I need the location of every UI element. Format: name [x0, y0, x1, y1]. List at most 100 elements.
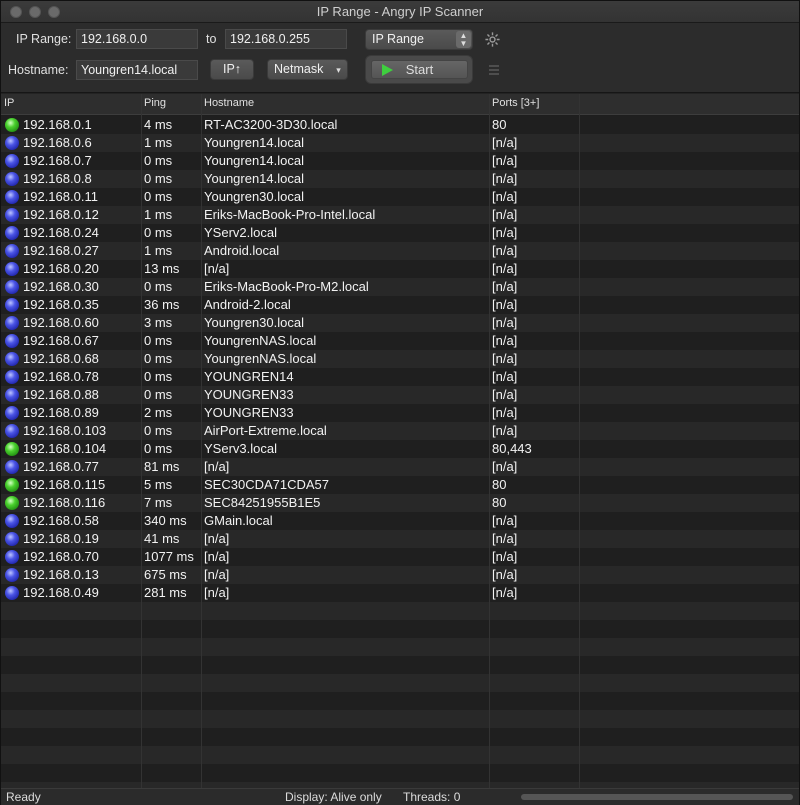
table-row[interactable]: 192.168.0.24 0 ms YServ2.local [n/a]: [1, 224, 799, 242]
column-divider: [141, 94, 142, 788]
table-row[interactable]: 192.168.0.8 0 ms Youngren14.local [n/a]: [1, 170, 799, 188]
feeder-select[interactable]: IP Range ▲ ▼: [365, 29, 473, 50]
cell-ip: 192.168.0.20: [23, 261, 99, 276]
cell-ip: 192.168.0.6: [23, 135, 92, 150]
column-header-ping[interactable]: Ping: [144, 97, 166, 109]
empty-row: [1, 602, 799, 620]
empty-row: [1, 710, 799, 728]
cell-ports: 80,443: [492, 441, 532, 456]
table-row[interactable]: 192.168.0.89 2 ms YOUNGREN33 [n/a]: [1, 404, 799, 422]
table-row[interactable]: 192.168.0.67 0 ms YoungrenNAS.local [n/a]: [1, 332, 799, 350]
cell-ping: 5 ms: [144, 477, 173, 492]
list-icon[interactable]: [488, 64, 500, 76]
hostname-input[interactable]: Youngren14.local: [76, 60, 198, 80]
table-row[interactable]: 192.168.0.27 1 ms Android.local [n/a]: [1, 242, 799, 260]
cell-ip: 192.168.0.30: [23, 279, 99, 294]
table-row[interactable]: 192.168.0.6 1 ms Youngren14.local [n/a]: [1, 134, 799, 152]
cell-ip: 192.168.0.35: [23, 297, 99, 312]
ip-end-input[interactable]: 192.168.0.255: [225, 29, 347, 49]
table-row[interactable]: 192.168.0.58 340 ms GMain.local [n/a]: [1, 512, 799, 530]
cell-ports: [n/a]: [492, 153, 518, 168]
host-alive-icon: [5, 298, 19, 312]
cell-ports: 80: [492, 117, 507, 132]
cell-ip: 192.168.0.103: [23, 423, 107, 438]
table-row[interactable]: 192.168.0.20 13 ms [n/a] [n/a]: [1, 260, 799, 278]
scan-progress-bar: [521, 794, 793, 800]
cell-ports: [n/a]: [492, 369, 518, 384]
host-alive-icon: [5, 172, 19, 186]
cell-hostname: YOUNGREN33: [204, 405, 294, 420]
cell-ping: 0 ms: [144, 171, 173, 186]
cell-ports: [n/a]: [492, 459, 518, 474]
cell-ping: 81 ms: [144, 459, 180, 474]
cell-ip: 192.168.0.1: [23, 117, 92, 132]
table-row[interactable]: 192.168.0.35 36 ms Android-2.local [n/a]: [1, 296, 799, 314]
host-alive-icon: [5, 460, 19, 474]
table-row[interactable]: 192.168.0.70 1077 ms [n/a] [n/a]: [1, 548, 799, 566]
table-row[interactable]: 192.168.0.11 0 ms Youngren30.local [n/a]: [1, 188, 799, 206]
table-row[interactable]: 192.168.0.116 7 ms SEC84251955B1E5 80: [1, 494, 799, 512]
table-row[interactable]: 192.168.0.88 0 ms YOUNGREN33 [n/a]: [1, 386, 799, 404]
ip-up-button[interactable]: IP↑: [210, 59, 254, 80]
cell-ports: 80: [492, 477, 507, 492]
ip-start-input[interactable]: 192.168.0.0: [76, 29, 198, 49]
cell-ip: 192.168.0.24: [23, 225, 99, 240]
table-row[interactable]: 192.168.0.13 675 ms [n/a] [n/a]: [1, 566, 799, 584]
table-row[interactable]: 192.168.0.104 0 ms YServ3.local 80,443: [1, 440, 799, 458]
table-row[interactable]: 192.168.0.77 81 ms [n/a] [n/a]: [1, 458, 799, 476]
table-row[interactable]: 192.168.0.115 5 ms SEC30CDA71CDA57 80: [1, 476, 799, 494]
cell-ping: 0 ms: [144, 441, 173, 456]
netmask-select[interactable]: Netmask ▾: [267, 59, 348, 80]
start-button[interactable]: Start: [371, 60, 468, 79]
table-row[interactable]: 192.168.0.7 0 ms Youngren14.local [n/a]: [1, 152, 799, 170]
cell-hostname: Youngren14.local: [204, 153, 304, 168]
column-header-ports[interactable]: Ports [3+]: [492, 97, 539, 109]
column-header-ip[interactable]: IP: [4, 97, 14, 109]
cell-hostname: YoungrenNAS.local: [204, 351, 317, 366]
cell-ports: [n/a]: [492, 585, 518, 600]
cell-hostname: Eriks-MacBook-Pro-Intel.local: [204, 207, 376, 222]
cell-hostname: Youngren30.local: [204, 189, 304, 204]
cell-ping: 13 ms: [144, 261, 180, 276]
cell-ip: 192.168.0.12: [23, 207, 99, 222]
cell-ping: 1077 ms: [144, 549, 194, 564]
column-divider: [489, 94, 490, 788]
empty-row: [1, 728, 799, 746]
empty-row: [1, 656, 799, 674]
cell-hostname: YServ3.local: [204, 441, 277, 456]
host-alive-icon: [5, 190, 19, 204]
cell-ports: [n/a]: [492, 135, 518, 150]
table-row[interactable]: 192.168.0.19 41 ms [n/a] [n/a]: [1, 530, 799, 548]
cell-ip: 192.168.0.11: [23, 189, 98, 204]
cell-ping: 0 ms: [144, 351, 173, 366]
table-row[interactable]: 192.168.0.103 0 ms AirPort-Extreme.local [n…: [1, 422, 799, 440]
cell-ping: 7 ms: [144, 495, 173, 510]
chevron-down-icon: ▾: [336, 65, 341, 75]
host-alive-icon: [5, 154, 19, 168]
cell-hostname: YServ2.local: [204, 225, 277, 240]
cell-ip: 192.168.0.7: [23, 153, 92, 168]
table-row[interactable]: 192.168.0.30 0 ms Eriks-MacBook-Pro-M2.loc…: [1, 278, 799, 296]
table-row[interactable]: 192.168.0.68 0 ms YoungrenNAS.local [n/a]: [1, 350, 799, 368]
results-table[interactable]: IP Ping Hostname Ports [3+] 192.168.0.1 4…: [1, 94, 799, 788]
table-row[interactable]: 192.168.0.12 1 ms Eriks-MacBook-Pro-Intel.…: [1, 206, 799, 224]
empty-row: [1, 620, 799, 638]
host-alive-icon: [5, 244, 19, 258]
cell-ping: 0 ms: [144, 423, 173, 438]
cell-ports: [n/a]: [492, 297, 518, 312]
cell-hostname: YoungrenNAS.local: [204, 333, 317, 348]
cell-hostname: [n/a]: [204, 531, 230, 546]
cell-ports: [n/a]: [492, 387, 518, 402]
cell-ping: 340 ms: [144, 513, 187, 528]
gear-icon[interactable]: [484, 31, 501, 48]
table-row[interactable]: 192.168.0.49 281 ms [n/a] [n/a]: [1, 584, 799, 602]
table-row[interactable]: 192.168.0.1 4 ms RT-AC3200-3D30.local 80: [1, 116, 799, 134]
cell-ports: [n/a]: [492, 279, 518, 294]
cell-ping: 0 ms: [144, 225, 173, 240]
table-row[interactable]: 192.168.0.60 3 ms Youngren30.local [n/a]: [1, 314, 799, 332]
cell-ip: 192.168.0.78: [23, 369, 99, 384]
table-row[interactable]: 192.168.0.78 0 ms YOUNGREN14 [n/a]: [1, 368, 799, 386]
status-bar: Ready Display: Alive only Threads: 0: [1, 788, 799, 805]
column-header-hostname[interactable]: Hostname: [204, 97, 254, 109]
empty-row: [1, 764, 799, 782]
